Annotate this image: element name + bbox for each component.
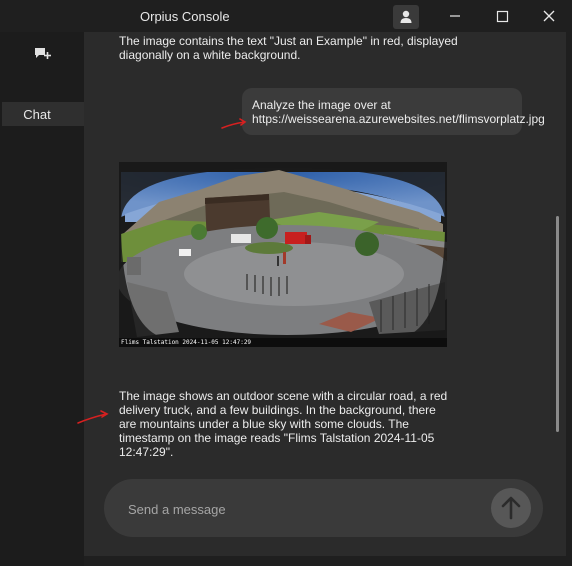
send-button[interactable]: [491, 488, 531, 528]
new-chat-icon: [35, 48, 51, 59]
user-message: Analyze the image over at https://weisse…: [242, 88, 545, 135]
message-input[interactable]: [126, 499, 470, 519]
app-title: Orpius Console: [140, 9, 230, 24]
maximize-button[interactable]: [492, 6, 512, 26]
maximize-icon: [496, 10, 509, 23]
title-bar: Orpius Console: [0, 0, 572, 32]
annotation-stroke: [77, 410, 109, 424]
close-icon: [543, 10, 555, 22]
sidebar: Chat: [0, 32, 84, 566]
minimize-button[interactable]: [445, 6, 465, 26]
conversation-scrollbar[interactable]: [556, 216, 559, 432]
sidebar-item-label: Chat: [23, 106, 51, 122]
sidebar-item-chat[interactable]: Chat: [2, 102, 84, 126]
minimize-icon: [450, 15, 460, 17]
image-timestamp-caption: Flims Talstation 2024-11-05 12:47:29: [121, 339, 252, 346]
arrow-up-icon: [501, 496, 521, 520]
message-composer: [104, 479, 543, 537]
assistant-message: The image shows an outdoor scene with a …: [119, 389, 448, 459]
person-icon: [400, 10, 412, 23]
conversation-panel: The image contains the text "Just an Exa…: [84, 32, 566, 556]
assistant-image: Flims Talstation 2024-11-05 12:47:29: [119, 162, 447, 347]
close-button[interactable]: [539, 6, 559, 26]
new-chat-button[interactable]: [34, 46, 52, 62]
annotation-stroke: [221, 118, 247, 129]
assistant-message: The image contains the text "Just an Exa…: [119, 34, 458, 62]
profile-button[interactable]: [393, 5, 419, 29]
